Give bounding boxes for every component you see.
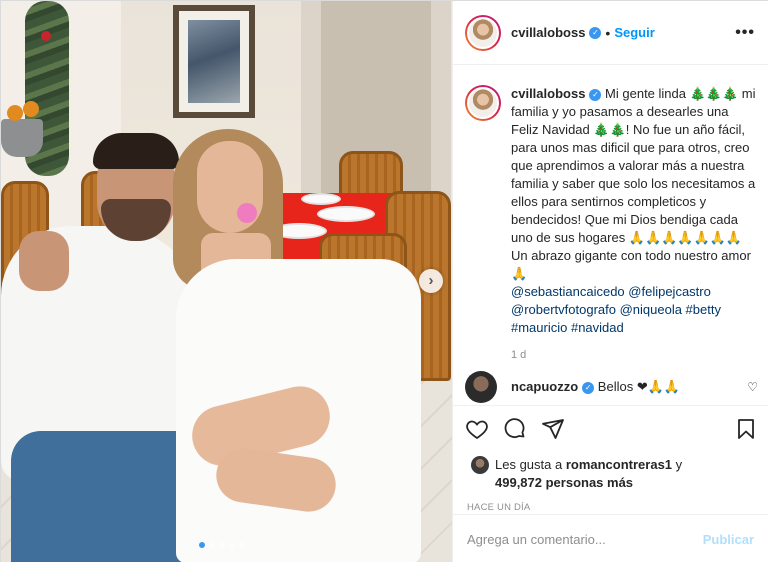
- verified-badge-icon: ✓: [589, 26, 602, 39]
- caption-time: 1 d: [511, 349, 527, 361]
- carousel-dot: [219, 542, 225, 548]
- post-header: cvillaloboss ✓ • Seguir •••: [453, 1, 768, 65]
- likes-summary: Les gusta a romancontreras1 y 499,872 pe…: [465, 456, 758, 492]
- plate: [301, 193, 341, 205]
- carousel-dot: [209, 542, 215, 548]
- likes-count[interactable]: 499,872 personas más: [495, 475, 633, 490]
- carousel-dot: [229, 542, 235, 548]
- follow-button[interactable]: Seguir: [614, 25, 654, 40]
- earring: [237, 203, 257, 223]
- post-photo[interactable]: ›: [1, 1, 452, 562]
- caption-section: cvillaloboss ✓ Mi gente linda 🎄🎄🎄 mi fami…: [453, 65, 768, 405]
- hashtags[interactable]: #mauricio #navidad: [511, 319, 756, 337]
- liker-avatar[interactable]: [471, 456, 489, 474]
- caption: cvillaloboss ✓ Mi gente linda 🎄🎄🎄 mi fami…: [511, 85, 756, 337]
- comment-username[interactable]: ncapuozzo: [511, 379, 578, 394]
- more-options-icon[interactable]: •••: [735, 24, 755, 42]
- next-photo-button[interactable]: ›: [419, 269, 443, 293]
- fruit-bowl: [1, 119, 43, 157]
- comment-body: Bellos ❤🙏🙏: [597, 379, 681, 394]
- heart-icon[interactable]: [465, 417, 489, 444]
- like-comment-icon[interactable]: ♡: [747, 380, 758, 394]
- carousel-indicator: [199, 542, 245, 548]
- comment-text: ncapuozzo ✓ Bellos ❤🙏🙏: [511, 379, 680, 395]
- plate: [317, 206, 375, 222]
- post-timestamp: HACE UN DÍA: [467, 502, 531, 513]
- mentions-line-2[interactable]: @robertvfotografo @niqueola #betty: [511, 301, 756, 319]
- orange: [7, 105, 23, 121]
- comment-row: ncapuozzo ✓ Bellos ❤🙏🙏 ♡: [465, 371, 758, 403]
- share-icon[interactable]: [541, 417, 565, 444]
- caption-avatar[interactable]: [465, 85, 501, 121]
- verified-badge-icon: ✓: [582, 381, 595, 394]
- avatar[interactable]: [465, 14, 501, 51]
- post-actions: Les gusta a romancontreras1 y 499,872 pe…: [453, 405, 768, 513]
- carousel-dot: [199, 542, 205, 548]
- mentions-line-1: @sebastiancaicedo @felipejcastro: [511, 283, 756, 301]
- add-comment-bar: Publicar: [453, 514, 768, 562]
- verified-badge-icon: ✓: [589, 88, 602, 101]
- author-username[interactable]: cvillaloboss: [511, 25, 585, 40]
- liker-username[interactable]: romancontreras1: [566, 457, 672, 472]
- comment-input[interactable]: [467, 531, 687, 547]
- instagram-post: › cvillaloboss ✓ • Seguir ••• cvillalobo…: [0, 0, 768, 562]
- publish-button[interactable]: Publicar: [703, 532, 754, 547]
- separator: •: [605, 24, 611, 41]
- post-sidebar: cvillaloboss ✓ • Seguir ••• cvillaloboss…: [452, 1, 768, 562]
- bookmark-icon[interactable]: [734, 417, 758, 444]
- caption-body: Mi gente linda 🎄🎄🎄 mi familia y yo pasam…: [511, 86, 756, 281]
- orange: [23, 101, 39, 117]
- carousel-dot: [239, 542, 245, 548]
- caption-username[interactable]: cvillaloboss: [511, 86, 585, 101]
- mention-link[interactable]: @felipejcastro: [628, 284, 711, 299]
- mention-link[interactable]: @sebastiancaicedo: [511, 284, 625, 299]
- ornament: [41, 31, 51, 41]
- comment-icon[interactable]: [503, 417, 527, 444]
- wall-painting: [173, 5, 255, 118]
- comment-avatar[interactable]: [465, 371, 497, 403]
